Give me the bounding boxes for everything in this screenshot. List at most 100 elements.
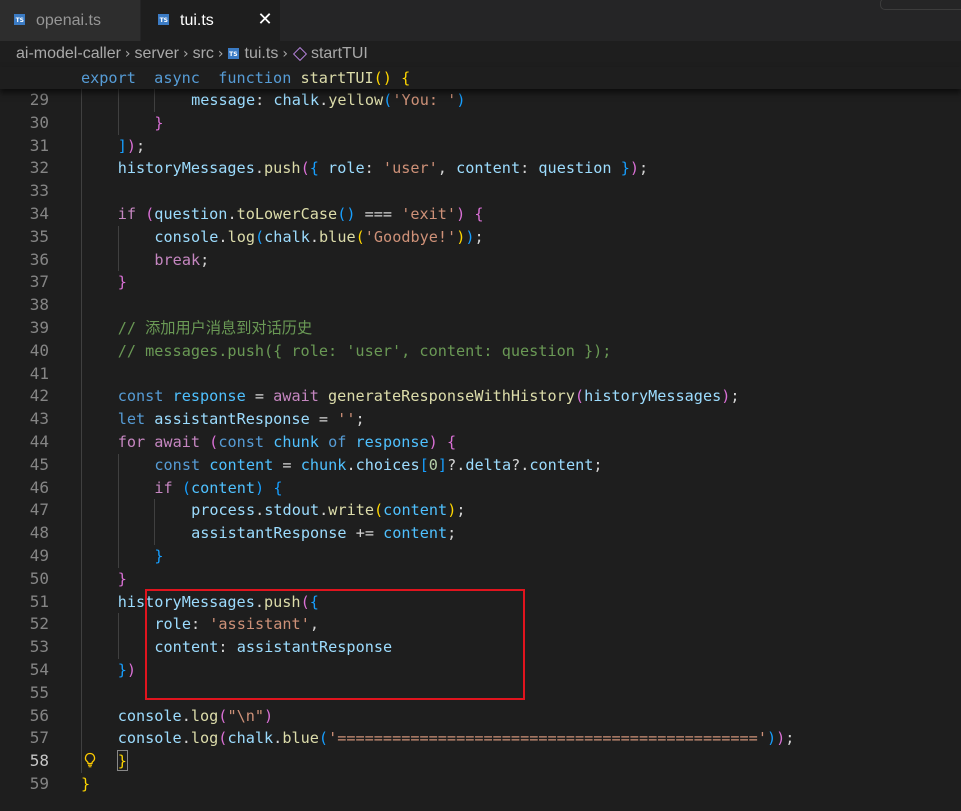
tab-label: tui.ts — [180, 11, 214, 29]
code-token: { — [309, 159, 319, 178]
code-token: content — [456, 159, 521, 178]
code-token: content — [529, 455, 594, 474]
code-token: . — [319, 501, 329, 520]
breadcrumb-item-starttui[interactable]: startTUI — [311, 45, 368, 63]
sticky-scroll-line[interactable]: export async function startTUI() { — [0, 67, 961, 89]
code-token: } — [620, 159, 630, 178]
code-token: await — [273, 387, 319, 406]
code-token: ) — [126, 660, 136, 679]
code-token: . — [181, 706, 191, 725]
line-number: 29 — [29, 90, 49, 109]
tab-tui-ts[interactable]: TS tui.ts ✕ — [141, 0, 280, 41]
code-text: assistantResponse += content; — [191, 522, 456, 545]
code-token: delta — [465, 455, 512, 474]
code-token: ] — [117, 136, 127, 155]
breadcrumb-item-server[interactable]: server — [135, 45, 179, 63]
code-text: } — [118, 568, 127, 591]
code-text: console.log("\n") — [118, 705, 274, 728]
indent-guide — [117, 248, 119, 272]
code-line: 48 assistantResponse += content; — [0, 522, 961, 545]
close-icon[interactable]: ✕ — [254, 9, 276, 31]
code-line: 34 if (question.toLowerCase() === 'exit')… — [0, 202, 961, 226]
code-token: write — [328, 501, 375, 520]
indent-guide — [81, 590, 82, 614]
code-token: ; — [639, 159, 649, 178]
code-token: let — [117, 410, 146, 429]
indent-guide — [117, 613, 119, 637]
code-line: 39 // 添加用户消息到对话历史 — [0, 316, 961, 340]
code-text: } — [118, 271, 127, 294]
indent-guide — [117, 522, 119, 545]
code-text: // 添加用户消息到对话历史 — [118, 317, 313, 340]
chevron-right-icon: › — [217, 46, 224, 62]
code-token: of — [328, 432, 347, 451]
code-token: push — [264, 159, 301, 178]
line-number: 33 — [29, 181, 49, 201]
code-text: if (content) { — [154, 477, 282, 500]
indent-guide — [117, 636, 119, 659]
breadcrumb-item-tui-ts[interactable]: tui.ts — [245, 45, 279, 63]
code-token: question — [154, 204, 228, 223]
code-token: . — [309, 227, 320, 246]
code-token: ( — [318, 729, 329, 748]
line-number: 30 — [29, 112, 49, 132]
code-token: = — [273, 455, 301, 474]
code-token: const — [218, 432, 265, 451]
code-token: : — [520, 159, 539, 178]
chevron-right-icon: › — [124, 46, 131, 62]
lightbulb-icon[interactable] — [82, 752, 98, 768]
code-token: ; — [456, 501, 466, 520]
line-number: 51 — [29, 591, 49, 611]
code-token: } — [117, 660, 127, 679]
code-token: : — [255, 91, 274, 109]
code-token: ) — [456, 227, 466, 246]
indent-guide — [117, 476, 119, 500]
breadcrumb-item-src[interactable]: src — [193, 45, 214, 63]
code-token: role — [328, 159, 365, 178]
code-token: 'exit' — [401, 204, 457, 223]
code-token: 0 — [428, 455, 438, 474]
code-token: ; — [474, 227, 484, 246]
indent-guide — [81, 89, 82, 112]
code-text: } — [154, 545, 163, 568]
code-token: yellow — [328, 91, 384, 109]
code-token: : — [364, 159, 383, 178]
indent-guide — [81, 111, 82, 135]
code-token: . — [319, 91, 329, 109]
command-center[interactable] — [880, 0, 961, 10]
line-number: 58 — [29, 751, 49, 771]
typescript-file-icon: TS — [158, 14, 169, 25]
line-number: 45 — [29, 454, 49, 474]
code-token: ] — [437, 455, 448, 474]
indent-guide — [81, 613, 82, 637]
code-token: historyMessages — [584, 387, 722, 406]
indent-guide — [81, 453, 82, 477]
code-line: 46 if (content) { — [0, 476, 961, 500]
indent-guide — [81, 636, 82, 659]
code-line: 56 console.log("\n") — [0, 704, 961, 728]
indent-guide — [81, 499, 82, 523]
indent-guide — [81, 294, 82, 317]
code-token: for — [117, 432, 146, 451]
tab-openai-ts[interactable]: TS openai.ts — [0, 0, 140, 41]
breadcrumb-item-ai-model-caller[interactable]: ai-model-caller — [16, 45, 121, 63]
code-token: ) — [465, 227, 475, 246]
indent-guide — [81, 658, 82, 682]
code-token: startTUI — [300, 69, 374, 87]
code-text: if (question.toLowerCase() === 'exit') { — [118, 203, 484, 226]
code-token: const — [154, 455, 201, 474]
code-token: } — [154, 546, 164, 565]
code-token: response — [355, 432, 429, 451]
tab-label: openai.ts — [36, 11, 101, 29]
code-line: 50} — [0, 567, 961, 591]
bracket-match-highlight — [117, 750, 128, 771]
line-number: 54 — [29, 659, 49, 679]
code-line: 49} — [0, 544, 961, 568]
